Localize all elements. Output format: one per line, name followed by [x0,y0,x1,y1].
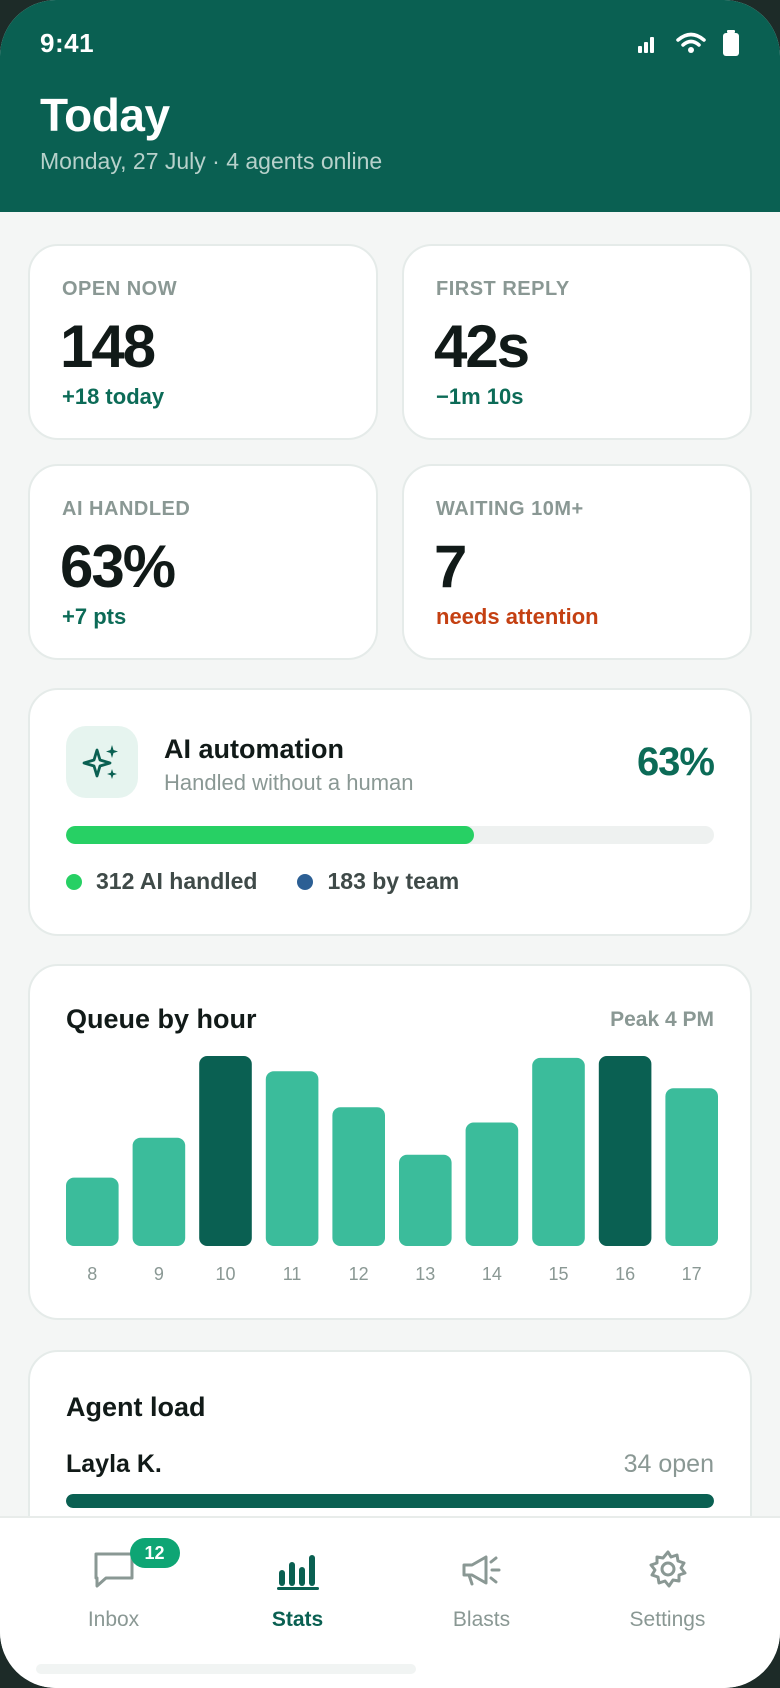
legend-dot-ai [66,873,82,890]
tab-label: Inbox [87,1608,140,1631]
chart-bar-15 [532,1057,585,1246]
header: 9:41 Today Monday, 27 July · 4 agents on… [0,0,780,212]
automation-legend: 312 AI handled 183 by team [66,868,499,895]
phone-screen: 9:41 Today Monday, 27 July · 4 agents on… [0,0,780,1688]
metric-card-open-now[interactable]: OPEN NOW 148 +18 today [28,244,378,440]
x-tick-label: 8 [87,1264,97,1284]
chart-bar-14 [465,1122,519,1246]
legend-dot-team [297,873,314,890]
legend-item-team: 183 by team [297,868,459,895]
ai-automation-card[interactable]: AI automation Handled without a human 63… [28,688,752,936]
chart-bar-12 [332,1107,385,1246]
legend-label: 183 by team [327,868,460,894]
chart-title: Queue by hour [66,1004,257,1034]
chart-peak-label: Peak 4 PM [610,1008,714,1031]
chart-bar-16 [598,1056,652,1246]
tab-label: Stats [271,1608,324,1631]
automation-percent: 63% [636,740,715,784]
metric-delta: +7 pts [62,604,127,629]
x-tick-label: 9 [154,1264,164,1284]
metric-label: OPEN NOW [62,278,178,300]
page-subtitle: Monday, 27 July · 4 agents online [40,148,383,174]
automation-progress-fill [66,826,475,844]
wifi-icon [676,32,706,59]
automation-title: AI automation [164,734,344,764]
page-title: Today [40,89,170,141]
metric-card-first-reply[interactable]: FIRST REPLY 42s −1m 10s [402,244,752,440]
x-tick-label: 16 [615,1264,635,1284]
battery-icon [722,30,740,61]
x-tick-label: 13 [415,1264,435,1284]
status-icons [638,30,740,61]
inbox-badge: 12 [129,1538,180,1568]
x-tick-label: 14 [482,1264,502,1284]
x-tick-label: 15 [548,1264,568,1284]
tab-label: Blasts [452,1608,511,1631]
metric-delta-warning: needs attention [436,604,599,629]
x-tick-label: 10 [215,1264,235,1284]
queue-chart-card: Queue by hour Peak 4 PM 8 9 10 11 12 13 14 15 16… [28,964,752,1320]
tab-settings[interactable]: Settings [570,1518,765,1648]
metric-value: 7 [434,533,467,600]
agent-load-bar [66,1494,714,1508]
tab-blasts[interactable]: Blasts [384,1518,579,1648]
home-indicator [36,1664,416,1674]
gear-icon [646,1548,690,1592]
metric-value: 63% [60,533,176,600]
x-tick-label: 17 [682,1264,702,1284]
chart-bar-11 [265,1071,319,1246]
metric-label: FIRST REPLY [436,278,570,300]
metric-delta: +18 today [62,384,165,409]
metric-delta: −1m 10s [436,384,524,409]
status-time: 9:41 [40,28,95,58]
agent-load-fill [66,1494,714,1508]
queue-bar-chart: 8 9 10 11 12 13 14 15 16 17 [66,1056,718,1284]
tab-stats[interactable]: Stats [200,1518,395,1648]
chart-bar-13 [399,1154,452,1246]
bar-chart-icon [276,1548,320,1592]
metric-label: AI HANDLED [62,498,191,520]
metric-value: 42s [434,313,530,380]
tab-label: Settings [629,1608,706,1631]
metric-card-waiting[interactable]: WAITING 10M+ 7 needs attention [402,464,752,660]
chart-bar-10 [199,1056,252,1246]
tab-bar: 12 Inbox Stats Blasts Settings [0,1516,780,1688]
automation-subtitle: Handled without a human [164,770,414,795]
metric-value: 148 [60,313,156,380]
chat-bubble-icon: 12 [92,1538,180,1592]
x-tick-label: 12 [349,1264,369,1284]
agent-open-count: 34 open [623,1450,714,1478]
metric-label: WAITING 10M+ [436,498,584,520]
legend-label: 312 AI handled [96,868,258,894]
legend-item-ai: 312 AI handled [66,868,257,895]
sparkles-icon [66,726,138,798]
signal-icon [638,33,660,58]
x-tick-label: 11 [283,1264,302,1284]
chart-bar-17 [665,1088,718,1246]
agent-load-title: Agent load [66,1392,206,1422]
agent-name: Layla K. [66,1450,162,1478]
chart-bar-8 [66,1177,119,1246]
metric-card-ai-handled[interactable]: AI HANDLED 63% +7 pts [28,464,378,660]
automation-progress-bar [66,826,714,844]
chart-bar-9 [132,1137,186,1246]
megaphone-icon [460,1548,504,1592]
tab-inbox[interactable]: 12 Inbox [16,1518,211,1648]
